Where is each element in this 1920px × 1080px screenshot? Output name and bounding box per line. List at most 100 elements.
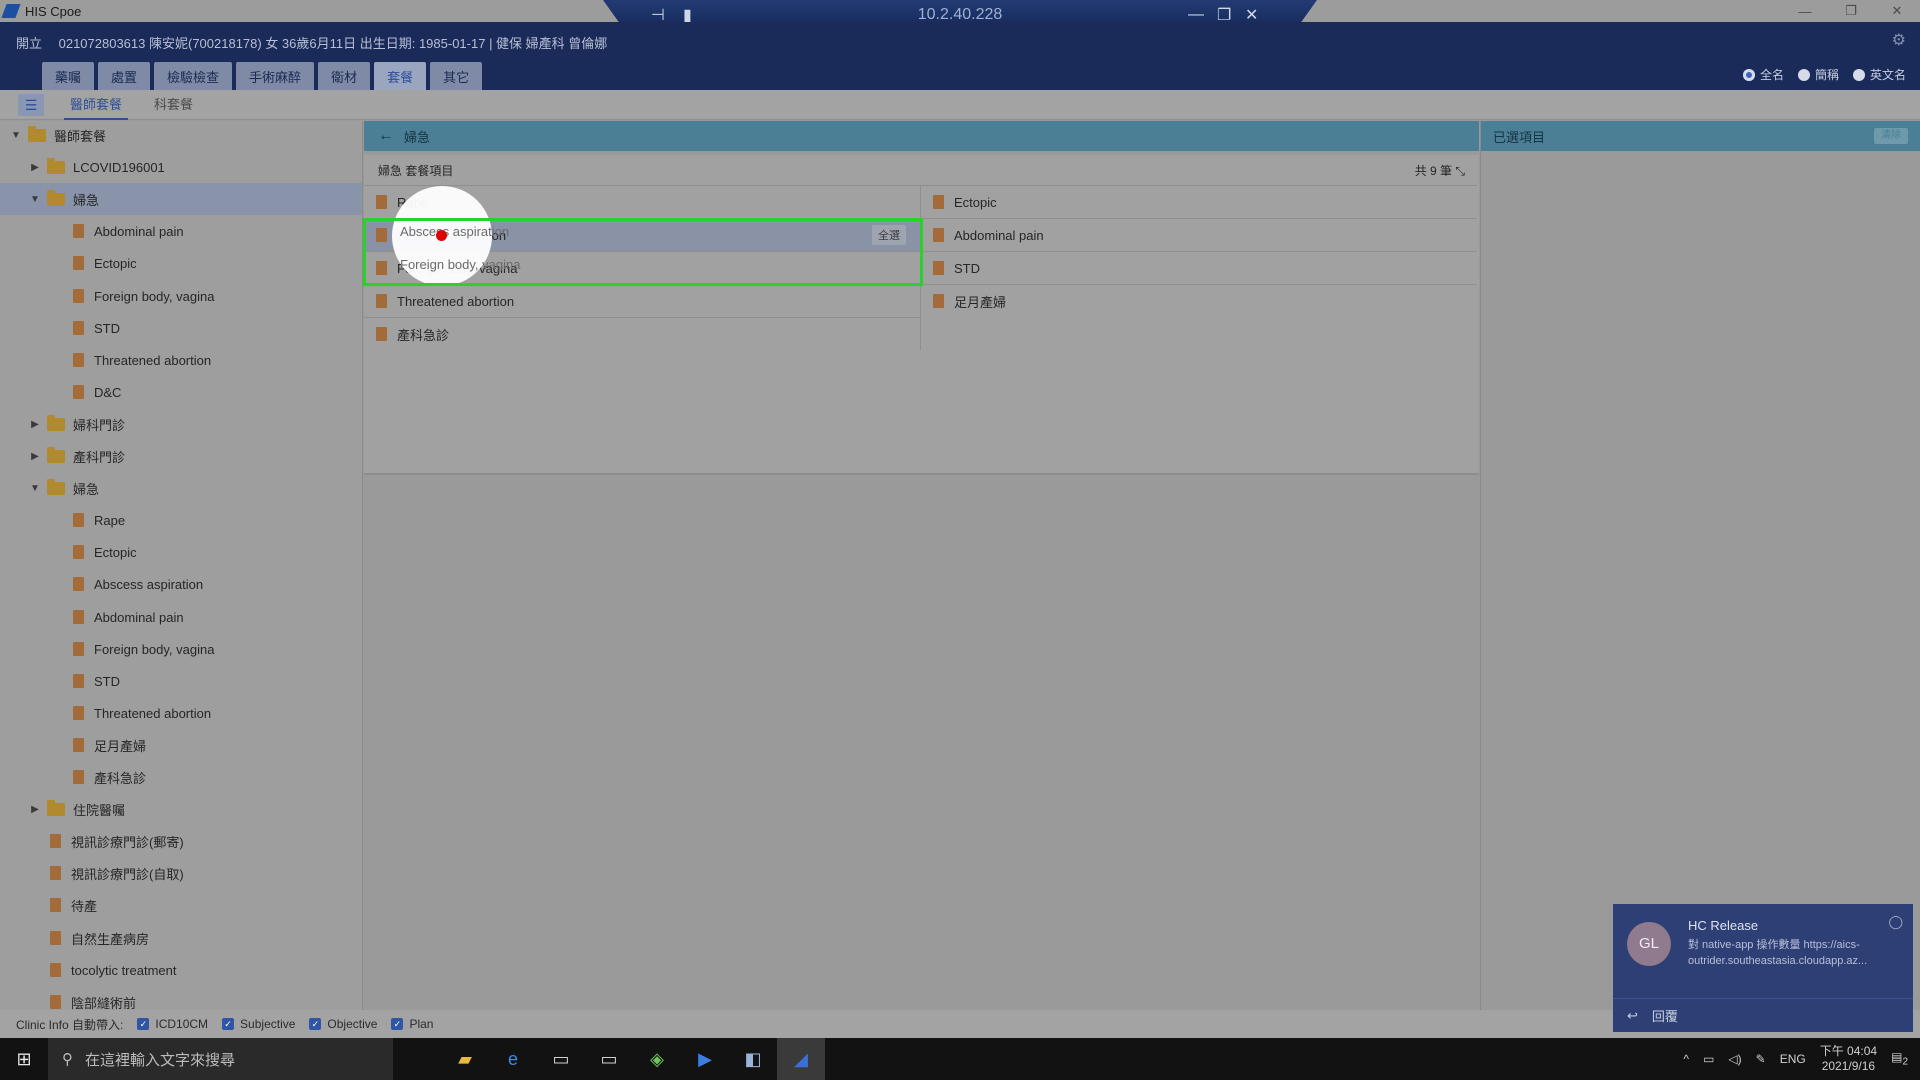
ie-browser-icon[interactable]: e <box>489 1038 537 1080</box>
tree-package-item[interactable]: Abdominal pain <box>0 601 362 633</box>
tree-package-item[interactable]: tocolytic treatment <box>0 954 362 986</box>
tab-surgery[interactable]: 手術麻醉 <box>236 62 315 90</box>
package-item[interactable]: 足月產婦 <box>921 284 1477 317</box>
clock[interactable]: 下午 04:04 2021/9/16 <box>1820 1044 1877 1074</box>
tab-procedure[interactable]: 處置 <box>98 62 151 90</box>
package-item[interactable]: Threatened abortion <box>364 284 920 317</box>
app-icon[interactable]: ◈ <box>633 1038 681 1080</box>
gear-icon[interactable]: ⚙ <box>1892 30 1906 50</box>
tree-package-item[interactable]: STD <box>0 665 362 697</box>
tree-item-label: 醫師套餐 <box>54 128 107 144</box>
tree-package-item[interactable]: Ectopic <box>0 536 362 568</box>
package-item[interactable]: STD <box>921 251 1477 284</box>
tree-package-item[interactable]: 產科急診 <box>0 761 362 793</box>
tab-other[interactable]: 其它 <box>430 62 483 90</box>
tree-package-item[interactable]: Ectopic <box>0 247 362 279</box>
his-cpoe-taskbar-icon[interactable]: ◢ <box>777 1038 825 1080</box>
tree-package-item[interactable]: STD <box>0 312 362 344</box>
tree-folder-item[interactable]: ▼ 婦急 <box>0 472 362 504</box>
close-icon[interactable]: ✕ <box>1874 0 1920 22</box>
checkbox-label: ICD10CM <box>155 1017 209 1031</box>
volume-icon[interactable]: ◁) <box>1728 1052 1741 1066</box>
tree-package-item[interactable]: 視訊診療門診(自取) <box>0 857 362 889</box>
tree-item-label: Foreign body, vagina <box>94 288 215 304</box>
tree-package-item[interactable]: Foreign body, vagina <box>0 633 362 665</box>
name-mode-full[interactable]: 全名 <box>1742 66 1784 83</box>
package-doc-icon <box>50 995 61 1009</box>
caret-right-icon[interactable]: ▶ <box>29 451 41 462</box>
tree-folder-item[interactable]: ▼ 婦急 <box>0 183 362 215</box>
tree-folder-item[interactable]: ▶ LCOVID196001 <box>0 151 362 183</box>
package-doc-icon <box>50 866 61 880</box>
checkbox-icd10cm[interactable]: ✓ <box>137 1018 150 1030</box>
caret-right-icon[interactable]: ▶ <box>29 162 41 173</box>
powershell-icon[interactable]: ▭ <box>585 1038 633 1080</box>
tree-folder-item[interactable]: ▶ 產科門診 <box>0 440 362 472</box>
subtab-doctor-packages[interactable]: 醫師套餐 <box>64 90 129 120</box>
checkbox-plan[interactable]: ✓ <box>391 1018 404 1030</box>
search-placeholder: 在這裡輸入文字來搜尋 <box>85 1051 236 1069</box>
tab-supplies[interactable]: 衛材 <box>318 62 371 90</box>
tree-package-item[interactable]: Threatened abortion <box>0 344 362 376</box>
tree-package-item[interactable]: 視訊診療門診(郵寄) <box>0 825 362 857</box>
radio-icon <box>1742 68 1755 81</box>
tree-package-item[interactable]: D&C <box>0 376 362 408</box>
folder-icon <box>28 125 46 142</box>
package-doc-icon <box>73 353 84 367</box>
caret-down-icon[interactable]: ▼ <box>29 194 41 205</box>
tree-item-label: STD <box>94 673 120 689</box>
collapse-icon[interactable]: ⤡ <box>1455 164 1465 178</box>
chevron-up-icon[interactable]: ^ <box>1683 1052 1689 1066</box>
tree-folder-item[interactable]: ▶ 婦科門診 <box>0 408 362 440</box>
checkbox-subjective[interactable]: ✓ <box>222 1018 235 1030</box>
terminal-icon[interactable]: ▭ <box>537 1038 585 1080</box>
tree-folder-item[interactable]: ▼ 醫師套餐 <box>0 121 362 151</box>
windows-start-icon[interactable]: ⊞ <box>0 1038 48 1080</box>
back-arrow-icon[interactable]: ← <box>378 127 394 145</box>
minimize-icon[interactable]: — <box>1782 0 1828 22</box>
notification-center-icon[interactable]: ▤2 <box>1891 1050 1908 1067</box>
reply-button[interactable]: ↩ 回覆 <box>1613 998 1913 1032</box>
selected-panel-header: 已選項目 清除 <box>1481 121 1920 151</box>
name-mode-short[interactable]: 簡稱 <box>1797 66 1839 83</box>
tree-package-item[interactable]: 自然生產病房 <box>0 922 362 954</box>
notes-app-icon[interactable]: ◧ <box>729 1038 777 1080</box>
item-count: 共 9 筆 ⤡ <box>1415 162 1465 179</box>
caret-down-icon[interactable]: ▼ <box>29 483 41 494</box>
tab-packages[interactable]: 套餐 <box>374 62 427 90</box>
subtab-dept-packages[interactable]: 科套餐 <box>148 90 199 120</box>
tab-medication[interactable]: 藥囑 <box>42 62 95 90</box>
media-app-icon[interactable]: ▶ <box>681 1038 729 1080</box>
checkbox-objective[interactable]: ✓ <box>309 1018 322 1030</box>
select-all-button[interactable]: 全選 <box>872 225 906 245</box>
clear-button[interactable]: 清除 <box>1874 128 1908 144</box>
chat-bubble-icon[interactable]: ◯ <box>1888 914 1903 930</box>
tab-lab-exam[interactable]: 檢驗檢查 <box>154 62 233 90</box>
package-item[interactable]: Ectopic <box>921 185 1477 218</box>
tree-package-item[interactable]: Foreign body, vagina <box>0 280 362 312</box>
tree-package-item[interactable]: 陰部縫術前 <box>0 986 362 1010</box>
tree-package-item[interactable]: Abdominal pain <box>0 215 362 247</box>
caret-right-icon[interactable]: ▶ <box>29 419 41 430</box>
taskbar-search[interactable]: ⚲ 在這裡輸入文字來搜尋 <box>48 1038 393 1080</box>
caret-down-icon[interactable]: ▼ <box>10 130 22 141</box>
tree-folder-item[interactable]: ▶ 住院醫囑 <box>0 793 362 825</box>
caret-right-icon[interactable]: ▶ <box>29 804 41 815</box>
name-mode-english[interactable]: 英文名 <box>1852 66 1906 83</box>
overlay-item-label: Foreign body, vagina <box>400 257 521 272</box>
tree-package-item[interactable]: Rape <box>0 504 362 536</box>
file-explorer-icon[interactable]: ▰ <box>441 1038 489 1080</box>
package-item[interactable]: 產科急診 <box>364 317 920 350</box>
tree-toggle-icon[interactable]: ☰ <box>18 93 44 116</box>
tree-package-item[interactable]: Threatened abortion <box>0 697 362 729</box>
tree-package-item[interactable]: 待產 <box>0 889 362 921</box>
pen-icon[interactable]: ✎ <box>1756 1052 1766 1066</box>
tree-package-item[interactable]: 足月產婦 <box>0 729 362 761</box>
notification-toast[interactable]: GL HC Release 對 native-app 操作數量 https://… <box>1613 904 1913 1032</box>
package-item[interactable]: Abdominal pain <box>921 218 1477 251</box>
network-icon[interactable]: ▭ <box>1703 1052 1714 1066</box>
tree-package-item[interactable]: Abscess aspiration <box>0 568 362 600</box>
tree-item-label: Abdominal pain <box>94 223 184 239</box>
input-language[interactable]: ENG <box>1780 1052 1806 1066</box>
restore-icon[interactable]: ❐ <box>1828 0 1874 22</box>
